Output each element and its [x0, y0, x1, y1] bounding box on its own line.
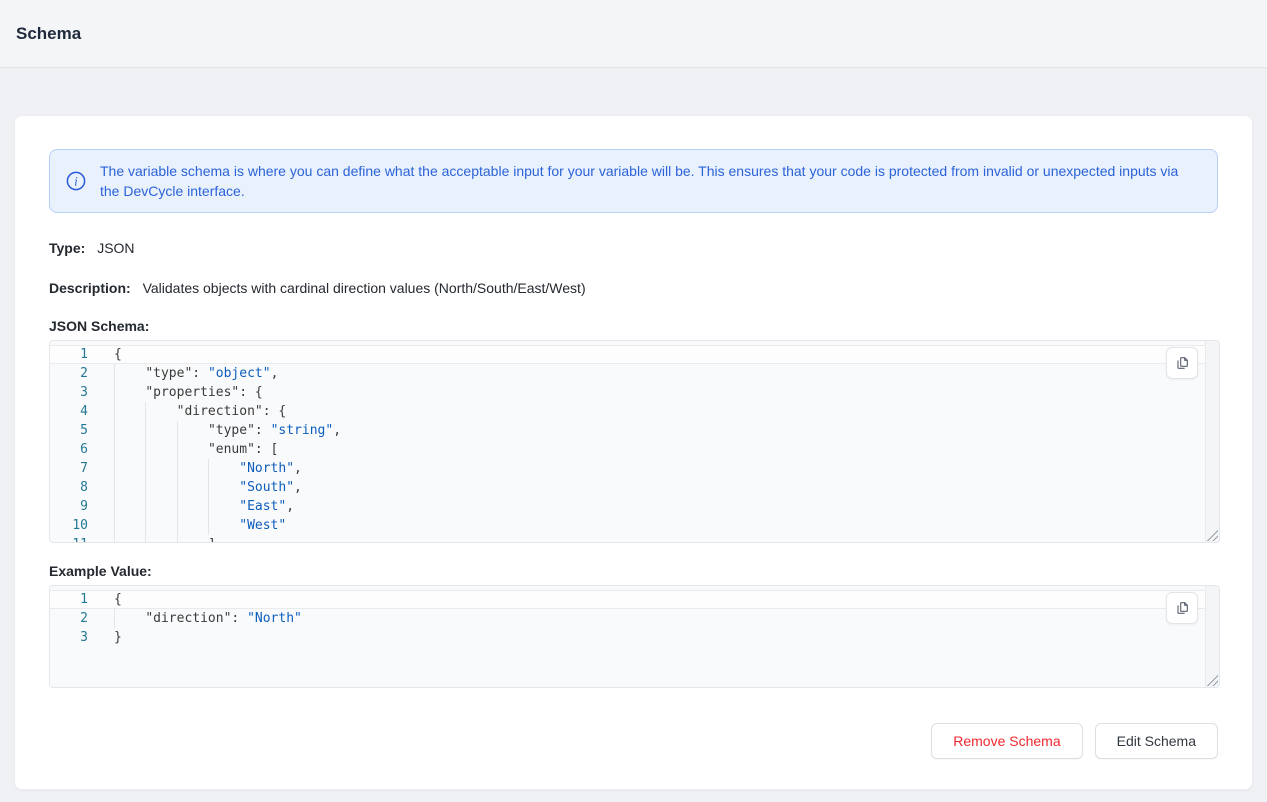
scrollbar-track[interactable]	[1205, 586, 1219, 687]
remove-schema-button[interactable]: Remove Schema	[931, 723, 1082, 759]
copy-icon	[1174, 600, 1190, 616]
line-number: 4	[50, 402, 114, 421]
info-circle-icon: i	[66, 171, 86, 191]
description-value: Validates objects with cardinal directio…	[143, 280, 586, 296]
type-label: Type:	[49, 240, 85, 256]
copy-button[interactable]	[1166, 592, 1198, 624]
line-number: 8	[50, 478, 114, 497]
code-line: 10 "West"	[50, 516, 1219, 535]
line-number: 9	[50, 497, 114, 516]
line-number: 11	[50, 535, 114, 543]
example-value-code: 1{2 "direction": "North"3}	[50, 586, 1219, 647]
description-field: Description: Validates objects with card…	[49, 278, 1218, 298]
code-line: 8 "South",	[50, 478, 1219, 497]
schema-card: i The variable schema is where you can d…	[14, 115, 1253, 790]
scrollbar-track[interactable]	[1205, 341, 1219, 542]
info-alert: i The variable schema is where you can d…	[49, 149, 1218, 213]
code-line: 7 "North",	[50, 459, 1219, 478]
copy-icon	[1174, 355, 1190, 371]
json-schema-code: 1{2 "type": "object",3 "properties": {4 …	[50, 341, 1219, 543]
code-line: 4 "direction": {	[50, 402, 1219, 421]
code-line: 2 "direction": "North"	[50, 609, 1219, 628]
code-line: 2 "type": "object",	[50, 364, 1219, 383]
type-field: Type: JSON	[49, 238, 1218, 258]
code-line: 5 "type": "string",	[50, 421, 1219, 440]
json-schema-editor[interactable]: 1{2 "type": "object",3 "properties": {4 …	[49, 340, 1220, 543]
line-number: 3	[50, 383, 114, 402]
example-value-label: Example Value:	[49, 563, 1218, 579]
code-line: 3 "properties": {	[50, 383, 1219, 402]
line-number: 2	[50, 364, 114, 383]
json-schema-label: JSON Schema:	[49, 318, 1218, 334]
code-line: 3}	[50, 628, 1219, 647]
svg-text:i: i	[74, 174, 78, 188]
example-value-editor[interactable]: 1{2 "direction": "North"3}	[49, 585, 1220, 688]
line-number: 1	[50, 345, 114, 364]
line-number: 2	[50, 609, 114, 628]
footer-actions: Remove Schema Edit Schema	[49, 723, 1218, 759]
code-line: 6 "enum": [	[50, 440, 1219, 459]
page-header: Schema	[0, 0, 1267, 68]
description-label: Description:	[49, 280, 131, 296]
alert-text: The variable schema is where you can def…	[100, 161, 1201, 201]
type-value: JSON	[97, 240, 134, 256]
line-number: 1	[50, 590, 114, 609]
line-number: 5	[50, 421, 114, 440]
code-line: 1{	[50, 345, 1219, 364]
edit-schema-button[interactable]: Edit Schema	[1095, 723, 1218, 759]
line-number: 3	[50, 628, 114, 647]
code-line: 9 "East",	[50, 497, 1219, 516]
line-number: 7	[50, 459, 114, 478]
line-number: 10	[50, 516, 114, 535]
line-number: 6	[50, 440, 114, 459]
code-line: 1{	[50, 590, 1219, 609]
copy-button[interactable]	[1166, 347, 1198, 379]
page-title: Schema	[16, 24, 81, 44]
code-line: 11 ]	[50, 535, 1219, 543]
